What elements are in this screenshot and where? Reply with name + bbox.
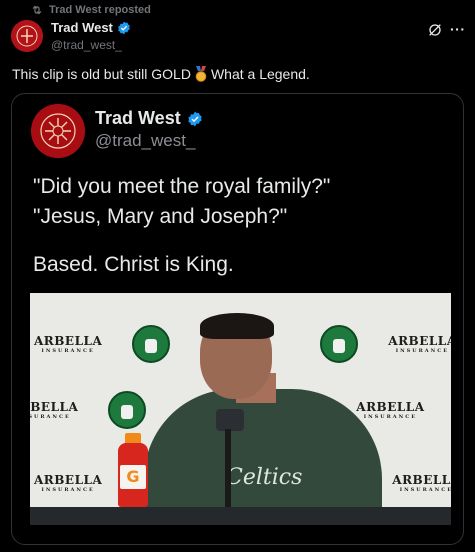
verified-badge-icon xyxy=(118,21,130,34)
repost-indicator: Trad West reposted xyxy=(31,4,151,16)
team-logo xyxy=(108,391,147,429)
quote-line-2: "Jesus, Mary and Joseph?" xyxy=(33,205,288,228)
video-media-card[interactable]: Trad West @trad_west_ "Did you meet the … xyxy=(11,93,464,545)
quoted-author-name-text: Trad West xyxy=(95,108,181,128)
quote-line-1: "Did you meet the royal family?" xyxy=(33,175,331,198)
author-name-text[interactable]: Trad West xyxy=(51,20,113,35)
post-text-after: What a Legend. xyxy=(210,66,310,82)
sponsor-logo: ARBELLAINSURANCE xyxy=(30,400,79,420)
repost-label: Trad West reposted xyxy=(49,4,151,16)
sponsor-logo: ARBELLAINSURANCE xyxy=(34,473,103,493)
more-icon[interactable]: ··· xyxy=(450,21,466,37)
sponsor-logo: ARBELLAINSURANCE xyxy=(356,400,425,420)
author-name[interactable]: Trad West xyxy=(51,20,131,35)
video-frame[interactable]: ARBELLAINSURANCE ARBELLAINSURANCE ARBELL… xyxy=(30,293,451,525)
speaker-body xyxy=(144,389,382,525)
bottle-label: G xyxy=(120,465,146,489)
quoted-author-name: Trad West xyxy=(95,108,203,129)
sponsor-logo: ARBELLAINSURANCE xyxy=(34,334,103,354)
repost-icon xyxy=(32,5,42,15)
quote-text: "Did you meet the royal family?" "Jesus,… xyxy=(33,172,330,232)
sponsor-logo: ARBELLAINSURANCE xyxy=(388,334,451,354)
quoted-author-avatar xyxy=(31,104,85,158)
speaker-hair xyxy=(200,313,274,339)
verified-badge-icon xyxy=(188,111,202,126)
team-logo xyxy=(132,325,171,363)
author-handle[interactable]: @trad_west_ xyxy=(51,38,122,52)
post-text: This clip is old but still GOLD What a L… xyxy=(12,66,310,82)
caption-text: Based. Christ is King. xyxy=(33,253,234,276)
sponsor-logo: ARBELLAINSURANCE xyxy=(392,473,451,493)
press-table xyxy=(30,507,451,525)
medal-icon xyxy=(195,66,207,82)
shirt-logo: Celtics xyxy=(226,465,303,490)
microphone xyxy=(216,409,244,431)
team-logo xyxy=(320,325,359,363)
grok-icon[interactable] xyxy=(427,22,443,38)
author-avatar[interactable] xyxy=(11,20,43,52)
microphone-stand xyxy=(225,429,231,509)
quoted-author-handle: @trad_west_ xyxy=(95,131,196,150)
post-text-before: This clip is old but still GOLD xyxy=(12,66,191,82)
